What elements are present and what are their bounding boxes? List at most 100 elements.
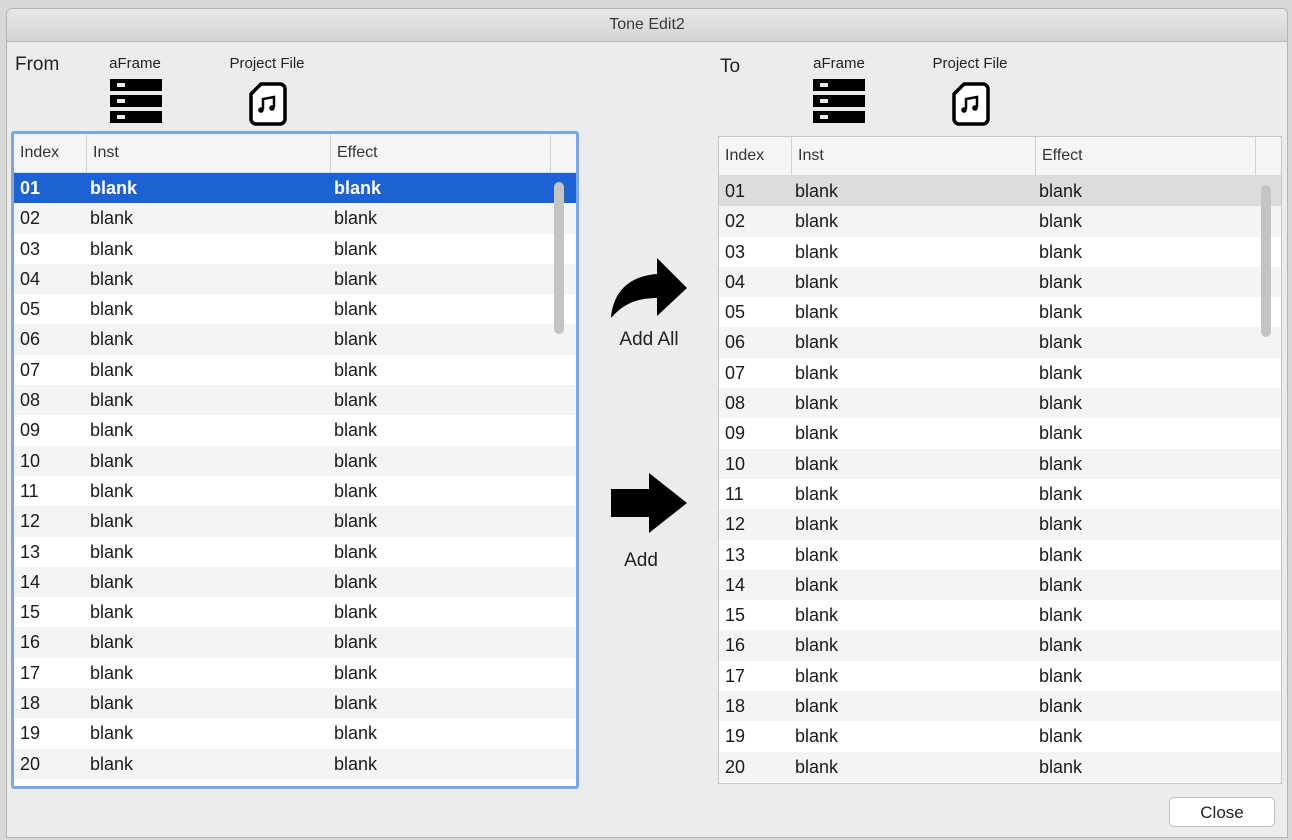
to-col-index[interactable]: Index	[719, 137, 791, 175]
from-cell-effect: blank	[334, 359, 378, 380]
from-table-row[interactable]: 17 blank blank	[14, 658, 576, 688]
from-table-row[interactable]: 10 blank blank	[14, 445, 576, 476]
from-scrollbar-thumb[interactable]	[554, 182, 564, 334]
to-cell-index: 14	[725, 574, 746, 595]
from-table-row[interactable]: 19 blank blank	[14, 718, 576, 748]
from-cell-inst: blank	[90, 693, 134, 714]
from-cell-effect: blank	[334, 420, 378, 441]
add-all-label[interactable]: Add All	[599, 329, 699, 351]
from-table-row[interactable]: 18 blank blank	[14, 688, 576, 719]
from-col-inst[interactable]: Inst	[86, 134, 330, 172]
to-table-row[interactable]: 15 blank blank	[719, 600, 1281, 630]
to-cell-effect: blank	[1039, 544, 1083, 565]
from-cell-index: 05	[20, 299, 41, 320]
to-table-row[interactable]: 05 blank blank	[719, 297, 1281, 327]
from-cell-index: 08	[20, 390, 41, 411]
to-cell-index: 05	[725, 302, 746, 323]
to-table[interactable]: Index Inst Effect 01 blank blank 02 blank bla…	[718, 136, 1282, 784]
close-button[interactable]: Close	[1169, 797, 1275, 827]
from-table-row[interactable]: 03 blank blank	[14, 234, 576, 264]
to-col-inst[interactable]: Inst	[791, 137, 1035, 175]
from-table[interactable]: Index Inst Effect 01 blank blank 02 blank bla…	[11, 131, 579, 789]
to-table-row[interactable]: 04 blank blank	[719, 266, 1281, 298]
from-table-row[interactable]: 14 blank blank	[14, 566, 576, 598]
from-project-music-file-icon[interactable]	[247, 81, 289, 127]
from-cell-index: 06	[20, 329, 41, 350]
to-cell-effect: blank	[1039, 453, 1083, 474]
to-project-music-file-icon[interactable]	[950, 81, 992, 127]
to-table-row[interactable]: 18 blank blank	[719, 691, 1281, 722]
from-table-row[interactable]: 06 blank blank	[14, 324, 576, 355]
from-table-row[interactable]: 11 blank blank	[14, 476, 576, 506]
from-cell-inst: blank	[90, 208, 134, 229]
to-cell-effect: blank	[1039, 696, 1083, 717]
to-scrollbar[interactable]	[1259, 177, 1273, 781]
to-table-row[interactable]: 03 blank blank	[719, 237, 1281, 267]
from-table-row[interactable]: 09 blank blank	[14, 415, 576, 445]
from-table-row[interactable]: 13 blank blank	[14, 537, 576, 567]
to-table-row[interactable]: 11 blank blank	[719, 479, 1281, 509]
to-cell-inst: blank	[795, 665, 839, 686]
from-scrollbar[interactable]	[552, 174, 566, 786]
from-table-row[interactable]: 07 blank blank	[14, 355, 576, 385]
to-label: To	[720, 56, 741, 77]
from-table-row[interactable]: 02 blank blank	[14, 203, 576, 234]
add-all-curved-arrow-icon[interactable]	[607, 254, 689, 322]
from-table-row[interactable]: 12 blank blank	[14, 506, 576, 537]
from-table-row[interactable]: 05 blank blank	[14, 294, 576, 324]
to-cell-inst: blank	[795, 726, 839, 747]
from-table-row[interactable]: 04 blank blank	[14, 263, 576, 295]
to-cell-effect: blank	[1039, 726, 1083, 747]
from-table-row[interactable]: 16 blank blank	[14, 627, 576, 658]
to-table-row[interactable]: 12 blank blank	[719, 509, 1281, 540]
to-table-row[interactable]: 01 blank blank	[719, 176, 1281, 207]
from-cell-effect: blank	[334, 480, 378, 501]
from-cell-effect: blank	[334, 390, 378, 411]
to-table-row[interactable]: 10 blank blank	[719, 448, 1281, 479]
to-cell-inst: blank	[795, 211, 839, 232]
to-cell-effect: blank	[1039, 756, 1083, 777]
to-table-row[interactable]: 07 blank blank	[719, 358, 1281, 388]
to-table-row[interactable]: 16 blank blank	[719, 630, 1281, 661]
to-table-row[interactable]: 06 blank blank	[719, 327, 1281, 358]
from-cell-effect: blank	[334, 299, 378, 320]
to-aframe-server-icon[interactable]	[813, 79, 865, 123]
to-scrollbar-thumb[interactable]	[1261, 185, 1271, 337]
to-cell-inst: blank	[795, 696, 839, 717]
from-table-row[interactable]: 08 blank blank	[14, 385, 576, 416]
from-table-header: Index Inst Effect	[14, 134, 576, 173]
from-cell-index: 17	[20, 662, 41, 683]
to-table-row[interactable]: 20 blank blank	[719, 751, 1281, 782]
to-cell-inst: blank	[795, 574, 839, 595]
to-cell-effect: blank	[1039, 241, 1083, 262]
from-cell-index: 03	[20, 238, 41, 259]
from-label: From	[15, 54, 60, 75]
from-col-index[interactable]: Index	[14, 134, 86, 172]
from-table-row[interactable]: 15 blank blank	[14, 597, 576, 627]
to-table-row[interactable]: 19 blank blank	[719, 721, 1281, 751]
to-cell-effect: blank	[1039, 635, 1083, 656]
from-cell-index: 07	[20, 359, 41, 380]
to-cell-inst: blank	[795, 393, 839, 414]
to-cell-inst: blank	[795, 756, 839, 777]
to-aframe-label: aFrame	[813, 55, 865, 72]
to-table-row[interactable]: 02 blank blank	[719, 206, 1281, 237]
from-cell-inst: blank	[90, 511, 134, 532]
to-table-row[interactable]: 17 blank blank	[719, 661, 1281, 691]
from-cell-index: 11	[20, 480, 39, 501]
from-cell-inst: blank	[90, 480, 134, 501]
from-col-effect[interactable]: Effect	[330, 134, 550, 172]
add-arrow-icon[interactable]	[609, 471, 689, 535]
to-table-header: Index Inst Effect	[719, 137, 1281, 176]
to-cell-index: 11	[725, 483, 744, 504]
to-table-row[interactable]: 14 blank blank	[719, 569, 1281, 601]
from-table-row[interactable]: 20 blank blank	[14, 748, 576, 779]
to-table-row[interactable]: 08 blank blank	[719, 388, 1281, 419]
to-table-row[interactable]: 09 blank blank	[719, 418, 1281, 448]
to-col-effect[interactable]: Effect	[1035, 137, 1255, 175]
from-table-row[interactable]: 01 blank blank	[14, 173, 576, 204]
add-label[interactable]: Add	[591, 550, 691, 572]
to-cell-index: 13	[725, 544, 746, 565]
to-table-row[interactable]: 13 blank blank	[719, 540, 1281, 570]
from-aframe-server-icon[interactable]	[110, 79, 162, 123]
